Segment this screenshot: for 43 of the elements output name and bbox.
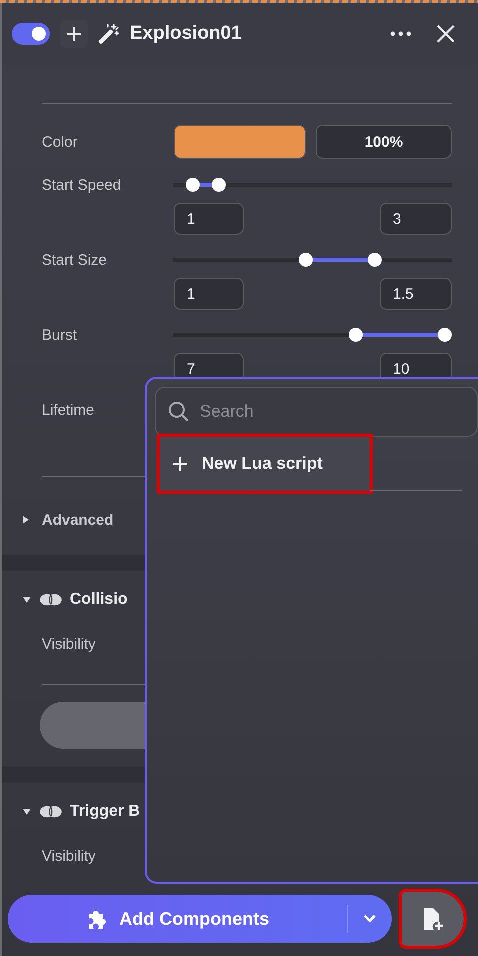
property-label: Start Speed <box>42 176 122 194</box>
caret-down-icon[interactable] <box>22 596 32 604</box>
component-title: Trigger B <box>70 803 140 821</box>
min-value-field[interactable]: 1 <box>174 278 244 310</box>
new-file-icon <box>422 906 444 932</box>
max-value-field[interactable]: 1.5 <box>380 278 452 310</box>
add-button[interactable] <box>60 20 88 48</box>
search-field[interactable]: Search <box>155 387 478 437</box>
overlapping-shapes-icon <box>39 593 63 607</box>
component-title: Collisio <box>70 591 128 609</box>
property-label: Burst <box>42 326 78 344</box>
caret-right-icon[interactable] <box>22 515 30 525</box>
more-icon[interactable] <box>390 31 412 37</box>
slider-thumb[interactable] <box>438 328 452 342</box>
overlapping-shapes-icon <box>39 805 63 819</box>
plus-icon <box>66 26 82 42</box>
add-components-button[interactable]: Add Components <box>8 895 392 943</box>
search-input[interactable]: Search <box>200 402 465 422</box>
close-icon[interactable] <box>436 24 456 44</box>
min-value-field[interactable]: 1 <box>174 203 244 235</box>
slider-thumb[interactable] <box>348 328 363 342</box>
property-label: Visibility <box>42 848 97 864</box>
new-file-button[interactable] <box>402 892 464 946</box>
search-icon <box>168 401 190 423</box>
chevron-down-icon[interactable] <box>363 914 377 924</box>
property-label: Color <box>42 134 79 150</box>
slider-thumb[interactable] <box>212 178 226 192</box>
max-value-field[interactable]: 3 <box>380 203 452 235</box>
toggle-switch[interactable] <box>12 23 50 45</box>
slider-thumb[interactable] <box>186 178 200 192</box>
window-title: Explosion01 <box>130 23 243 45</box>
color-swatch[interactable] <box>174 125 306 159</box>
property-label: Visibility <box>42 636 97 652</box>
property-label: Start Size <box>42 252 108 268</box>
section-label[interactable]: Advanced <box>42 512 114 528</box>
slider-thumb[interactable] <box>298 253 313 267</box>
plus-icon <box>172 456 188 472</box>
opacity-field[interactable]: 100% <box>316 125 452 159</box>
property-label: Lifetime <box>42 402 96 418</box>
magic-wand-icon <box>98 23 120 45</box>
menu-item[interactable]: New Lua script <box>160 437 370 491</box>
slider-thumb[interactable] <box>368 253 382 267</box>
caret-down-icon[interactable] <box>22 808 32 816</box>
